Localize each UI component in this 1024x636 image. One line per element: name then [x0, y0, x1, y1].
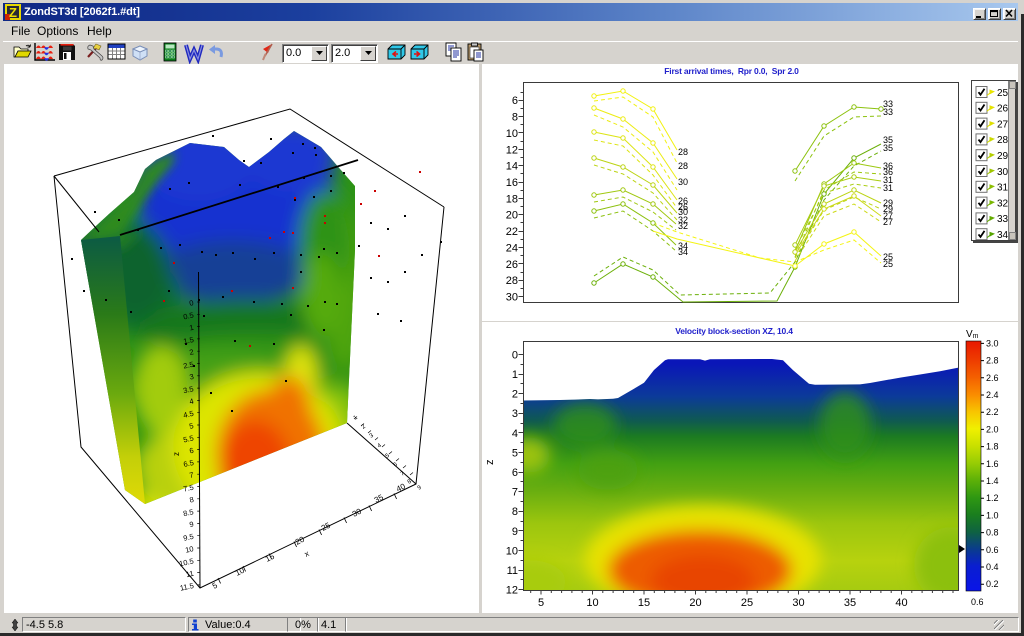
svg-text:30: 30	[792, 597, 804, 609]
svg-text:0: 0	[512, 349, 518, 361]
svg-text:32: 32	[678, 221, 688, 231]
svg-text:7.5: 7.5	[182, 483, 194, 494]
svg-text:40: 40	[895, 597, 907, 609]
svg-text:27: 27	[997, 119, 1008, 130]
svg-text:10: 10	[506, 128, 518, 140]
svg-text:34: 34	[678, 247, 688, 257]
svg-text:1: 1	[353, 414, 360, 421]
svg-text:16: 16	[506, 177, 518, 189]
svg-text:9.5: 9.5	[182, 532, 194, 543]
svg-text:32: 32	[997, 198, 1008, 209]
svg-text:0.4: 0.4	[986, 562, 999, 572]
svg-text:10.5: 10.5	[178, 556, 194, 568]
svg-text:3: 3	[512, 408, 518, 420]
svg-text:25: 25	[997, 88, 1008, 99]
svg-text:1.4: 1.4	[986, 476, 999, 486]
svg-text:z: z	[172, 452, 181, 456]
svg-text:10: 10	[234, 565, 247, 577]
svg-text:20: 20	[506, 210, 518, 222]
svg-text:10: 10	[586, 597, 598, 609]
svg-text:33: 33	[883, 107, 893, 117]
svg-text:2.0: 2.0	[986, 424, 999, 434]
svg-text:18: 18	[506, 193, 518, 205]
svg-text:8: 8	[512, 506, 518, 518]
svg-text:x: x	[303, 549, 310, 559]
svg-text:25: 25	[883, 259, 893, 269]
svg-text:5: 5	[512, 447, 518, 459]
svg-text:30: 30	[351, 506, 364, 518]
svg-text:2.2: 2.2	[986, 407, 999, 417]
svg-text:8: 8	[407, 478, 414, 485]
svg-text:1.6: 1.6	[986, 459, 999, 469]
svg-text:7: 7	[512, 487, 518, 499]
svg-text:5: 5	[385, 452, 392, 459]
svg-text:2.8: 2.8	[986, 356, 999, 366]
svg-text:8: 8	[189, 495, 195, 505]
svg-text:6: 6	[512, 467, 518, 479]
svg-text:3.0: 3.0	[986, 338, 999, 348]
svg-text:30: 30	[506, 292, 518, 304]
svg-text:11: 11	[185, 569, 194, 579]
svg-text:2: 2	[512, 389, 518, 401]
svg-text:14: 14	[506, 161, 518, 173]
svg-text:25: 25	[320, 520, 333, 532]
svg-text:28: 28	[678, 147, 688, 157]
svg-text:0.6: 0.6	[971, 597, 984, 607]
svg-text:27: 27	[883, 217, 893, 227]
svg-text:2: 2	[361, 423, 368, 430]
svg-text:29: 29	[997, 151, 1008, 162]
svg-text:8: 8	[512, 112, 518, 124]
svg-text:26: 26	[506, 259, 518, 271]
svg-text:34: 34	[997, 230, 1008, 240]
svg-text:12: 12	[506, 144, 518, 156]
svg-text:3: 3	[369, 432, 376, 439]
svg-text:20: 20	[689, 597, 701, 609]
svg-text:1.0: 1.0	[986, 510, 999, 520]
svg-text:35: 35	[373, 492, 386, 504]
svg-text:15: 15	[264, 551, 277, 563]
svg-text:z: z	[484, 460, 496, 466]
svg-text:11: 11	[507, 565, 518, 577]
svg-text:28: 28	[997, 135, 1008, 146]
svg-text:Z: Z	[9, 5, 17, 20]
svg-text:28: 28	[506, 275, 518, 287]
svg-text:15: 15	[638, 597, 650, 609]
svg-text:2.4: 2.4	[986, 390, 999, 400]
svg-text:26: 26	[997, 104, 1008, 115]
svg-text:6: 6	[512, 95, 518, 107]
svg-text:30: 30	[997, 167, 1008, 178]
svg-text:10: 10	[506, 545, 518, 557]
svg-text:11.5: 11.5	[179, 581, 195, 593]
svg-text:1.8: 1.8	[986, 442, 999, 452]
svg-text:0.6: 0.6	[986, 545, 999, 555]
svg-text:10: 10	[184, 544, 194, 555]
svg-text:9: 9	[189, 520, 195, 530]
svg-text:0.2: 0.2	[986, 579, 999, 589]
svg-text:9: 9	[417, 484, 424, 491]
svg-text:2.6: 2.6	[986, 373, 999, 383]
svg-text:8.5: 8.5	[182, 507, 194, 518]
svg-text:1.2: 1.2	[986, 493, 999, 503]
svg-text:1: 1	[512, 369, 518, 381]
svg-text:25: 25	[741, 597, 753, 609]
svg-text:0.8: 0.8	[986, 528, 999, 538]
svg-text:28: 28	[678, 161, 688, 171]
svg-text:12: 12	[506, 585, 518, 597]
svg-text:33: 33	[997, 214, 1008, 225]
svg-text:5: 5	[538, 597, 544, 609]
svg-text:24: 24	[506, 243, 518, 255]
svg-text:40: 40	[395, 481, 408, 493]
svg-text:6: 6	[393, 461, 400, 468]
svg-text:9: 9	[512, 526, 518, 538]
svg-text:5: 5	[211, 580, 220, 590]
svg-text:31: 31	[883, 183, 893, 193]
svg-text:31: 31	[997, 183, 1008, 194]
svg-text:35: 35	[844, 597, 856, 609]
svg-text:30: 30	[678, 177, 688, 187]
svg-text:22: 22	[506, 226, 518, 238]
svg-text:4: 4	[512, 428, 518, 440]
svg-text:4: 4	[377, 442, 384, 449]
svg-text:35: 35	[883, 143, 893, 153]
